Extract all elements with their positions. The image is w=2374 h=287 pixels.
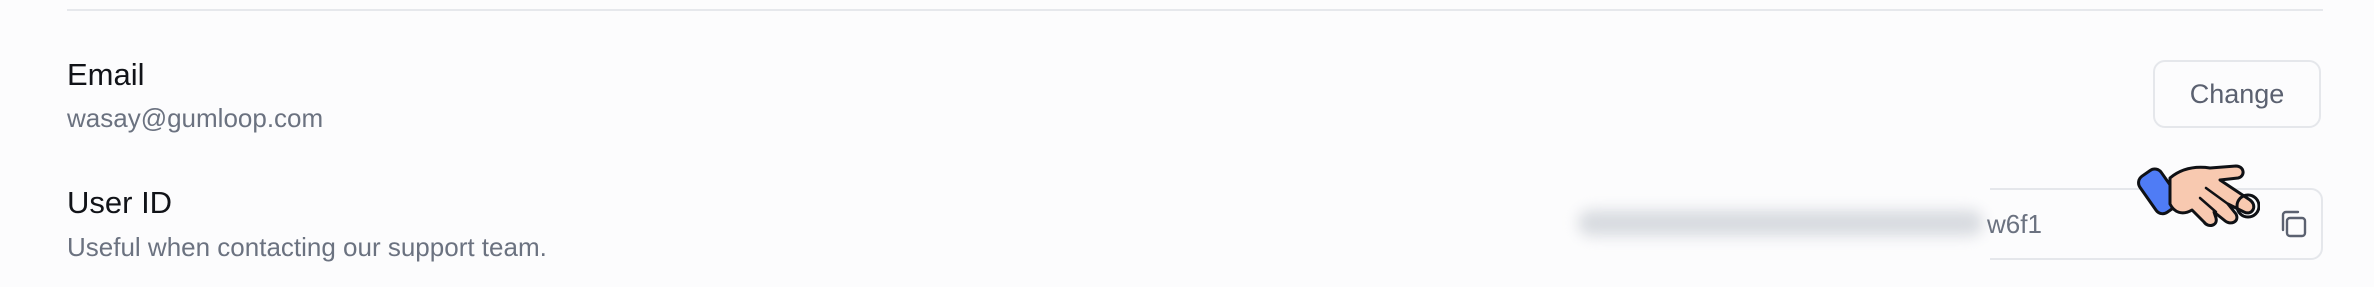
user-id-label: User ID — [67, 185, 173, 220]
copy-icon[interactable] — [2276, 207, 2310, 241]
section-divider — [67, 9, 2323, 11]
email-value: wasay@gumloop.com — [67, 103, 324, 133]
user-id-description: Useful when contacting our support team. — [67, 232, 547, 262]
user-id-blurred-value — [1578, 210, 1983, 236]
user-id-value-tail: w6f1 — [1987, 209, 2042, 239]
change-email-button[interactable]: Change — [2153, 60, 2321, 128]
email-label: Email — [67, 57, 145, 92]
